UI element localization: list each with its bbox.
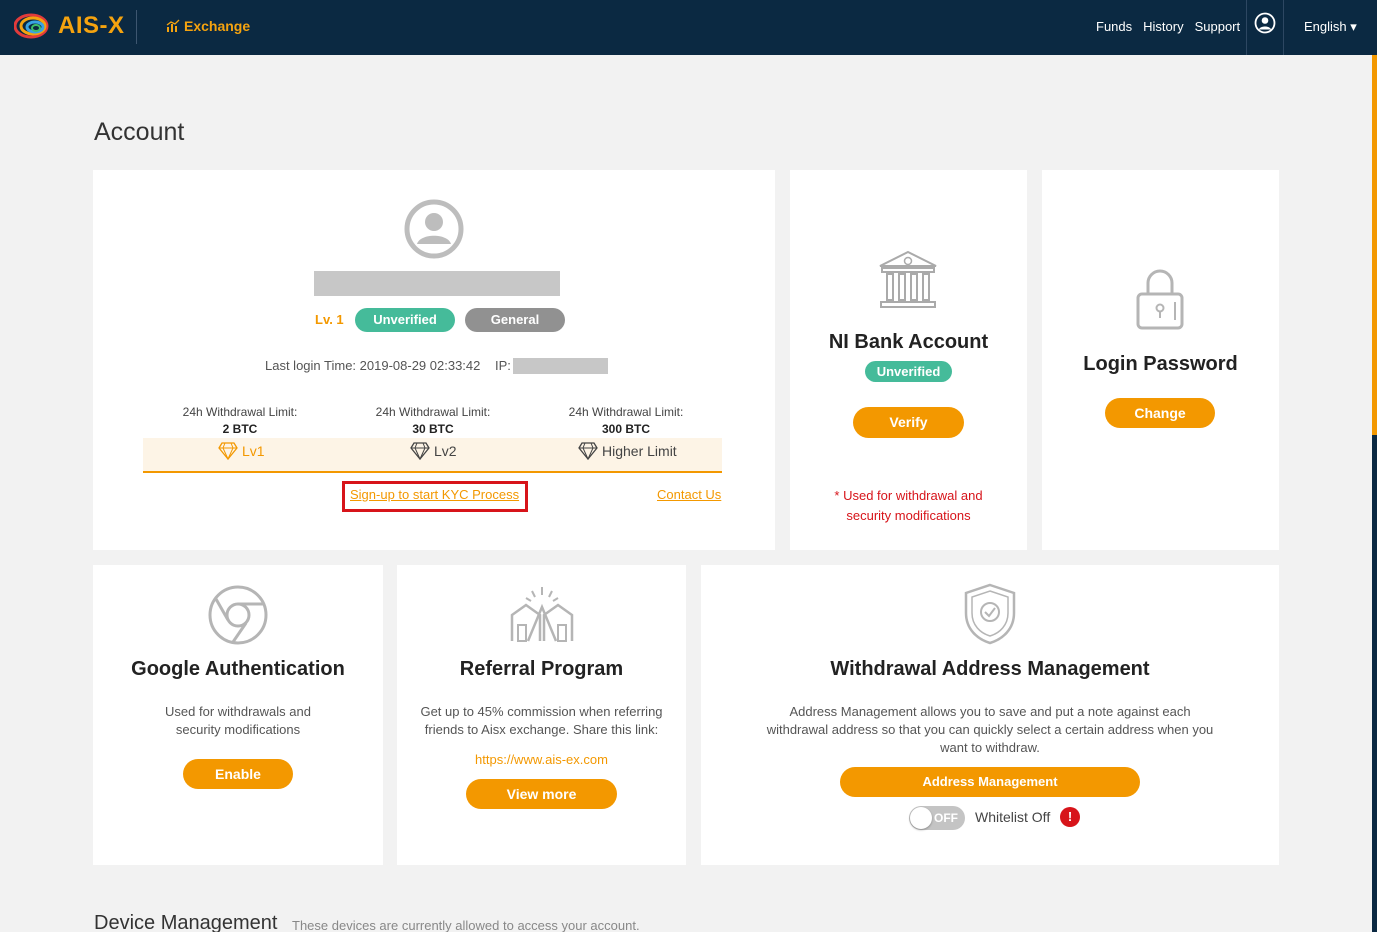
chart-icon: [166, 19, 180, 32]
ais-x-logo-icon: [14, 13, 49, 39]
diamond-icon: [218, 442, 238, 460]
scrollbar-thumb[interactable]: [1372, 55, 1377, 435]
limit-label: 24h Withdrawal Limit:: [182, 405, 298, 419]
limit-value: 300 BTC: [601, 422, 651, 436]
chrome-icon: [208, 585, 268, 645]
level-higher: Higher Limit: [578, 442, 677, 460]
shield-check-icon: [964, 583, 1016, 645]
google-desc: Used for withdrawals and: [165, 704, 311, 719]
user-account-icon[interactable]: [1254, 12, 1276, 34]
address-management-button[interactable]: Address Management: [840, 767, 1140, 797]
enable-google-auth-button[interactable]: Enable: [183, 759, 293, 789]
whitelist-toggle[interactable]: OFF: [909, 806, 965, 830]
ip-label: IP:: [495, 358, 511, 373]
exchange-link[interactable]: Exchange: [166, 18, 250, 34]
referral-card-title: Referral Program: [459, 658, 624, 680]
username-redacted: [314, 271, 560, 296]
verify-button[interactable]: Verify: [853, 407, 964, 438]
login-password-card: Login Password Change: [1042, 170, 1279, 550]
toggle-knob: [910, 807, 932, 829]
referral-desc: friends to Aisx exchange. Share this lin…: [424, 722, 659, 737]
bank-card-title: NI Bank Account: [828, 331, 989, 353]
bank-account-card: NI Bank Account Unverified Verify * Used…: [790, 170, 1027, 550]
brand-logo[interactable]: AIS-X: [14, 12, 125, 40]
bank-note: security modifications: [846, 508, 971, 523]
last-login-time: Last login Time: 2019-08-29 02:33:42: [265, 358, 481, 373]
referral-link[interactable]: https://www.ais-ex.com: [397, 751, 686, 769]
referral-icon: [510, 587, 574, 642]
diamond-icon: [410, 442, 430, 460]
bank-status-badge: Unverified: [865, 361, 952, 382]
nav-support[interactable]: Support: [1195, 19, 1241, 34]
limit-value: 2 BTC: [222, 422, 258, 436]
referral-desc: Get up to 45% commission when referring: [420, 704, 663, 719]
google-auth-card: Google Authentication Used for withdrawa…: [93, 565, 383, 865]
account-type-badge: General: [465, 308, 565, 332]
user-level: Lv. 1: [315, 312, 344, 327]
contact-us-link[interactable]: Contact Us: [657, 487, 721, 502]
limit-value: 30 BTC: [412, 422, 454, 436]
google-card-title: Google Authentication: [131, 658, 345, 680]
brand-name: AIS-X: [58, 12, 125, 39]
google-desc: security modifications: [175, 722, 301, 737]
warning-icon[interactable]: !: [1060, 807, 1080, 827]
level-name: Lv2: [434, 443, 457, 459]
device-management-title: Device Management: [94, 912, 278, 932]
withdrawal-desc: Address Management allows you to save an…: [789, 704, 1191, 719]
ip-redacted: [513, 358, 608, 374]
top-navbar: AIS-X Exchange Funds History Support Eng…: [0, 0, 1372, 55]
referral-card: Referral Program Get up to 45% commissio…: [397, 565, 686, 865]
level-progress-bar: Lv1 Lv2 Higher Limit: [143, 438, 722, 473]
toggle-state-label: OFF: [934, 811, 958, 825]
whitelist-status: Whitelist Off: [975, 809, 1051, 825]
limit-lv1: 24h Withdrawal Limit: 2 BTC: [145, 405, 335, 436]
header-divider: [1283, 0, 1284, 55]
withdrawal-desc: withdrawal address so that you can quick…: [766, 722, 1214, 737]
withdrawal-desc: want to withdraw.: [940, 740, 1040, 755]
password-card-title: Login Password: [1083, 353, 1238, 375]
main-nav: Funds History Support: [1096, 19, 1240, 34]
kyc-signup-link[interactable]: Sign-up to start KYC Process: [350, 487, 519, 502]
device-management-subtitle: These devices are currently allowed to a…: [292, 918, 640, 932]
nav-funds[interactable]: Funds: [1096, 19, 1132, 34]
header-divider: [136, 10, 137, 44]
level-row: Lv. 1 Unverified General: [93, 308, 775, 332]
exchange-label: Exchange: [184, 18, 251, 34]
level-lv1: Lv1: [218, 442, 265, 460]
level-name: Lv1: [242, 443, 265, 459]
page-title: Account: [94, 118, 185, 146]
diamond-icon: [578, 442, 598, 460]
header-divider: [1246, 0, 1247, 55]
withdrawal-card-title: Withdrawal Address Management: [830, 658, 1150, 680]
bank-note: * Used for withdrawal and: [834, 488, 983, 503]
level-name: Higher Limit: [602, 443, 677, 459]
view-more-button[interactable]: View more: [466, 779, 617, 809]
level-lv2: Lv2: [410, 442, 457, 460]
change-password-button[interactable]: Change: [1105, 398, 1215, 428]
nav-history[interactable]: History: [1143, 19, 1183, 34]
withdrawal-address-card: Withdrawal Address Management Address Ma…: [701, 565, 1279, 865]
limit-label: 24h Withdrawal Limit:: [375, 405, 491, 419]
lock-icon: [1136, 269, 1184, 330]
profile-card: Lv. 1 Unverified General Last login Time…: [93, 170, 775, 550]
limit-label: 24h Withdrawal Limit:: [568, 405, 684, 419]
language-selector[interactable]: English ▾: [1304, 19, 1357, 35]
limit-higher: 24h Withdrawal Limit: 300 BTC: [531, 405, 721, 436]
verification-status-badge: Unverified: [355, 308, 455, 332]
bank-icon: [879, 250, 937, 308]
limit-lv2: 24h Withdrawal Limit: 30 BTC: [338, 405, 528, 436]
avatar-icon: [404, 199, 464, 259]
